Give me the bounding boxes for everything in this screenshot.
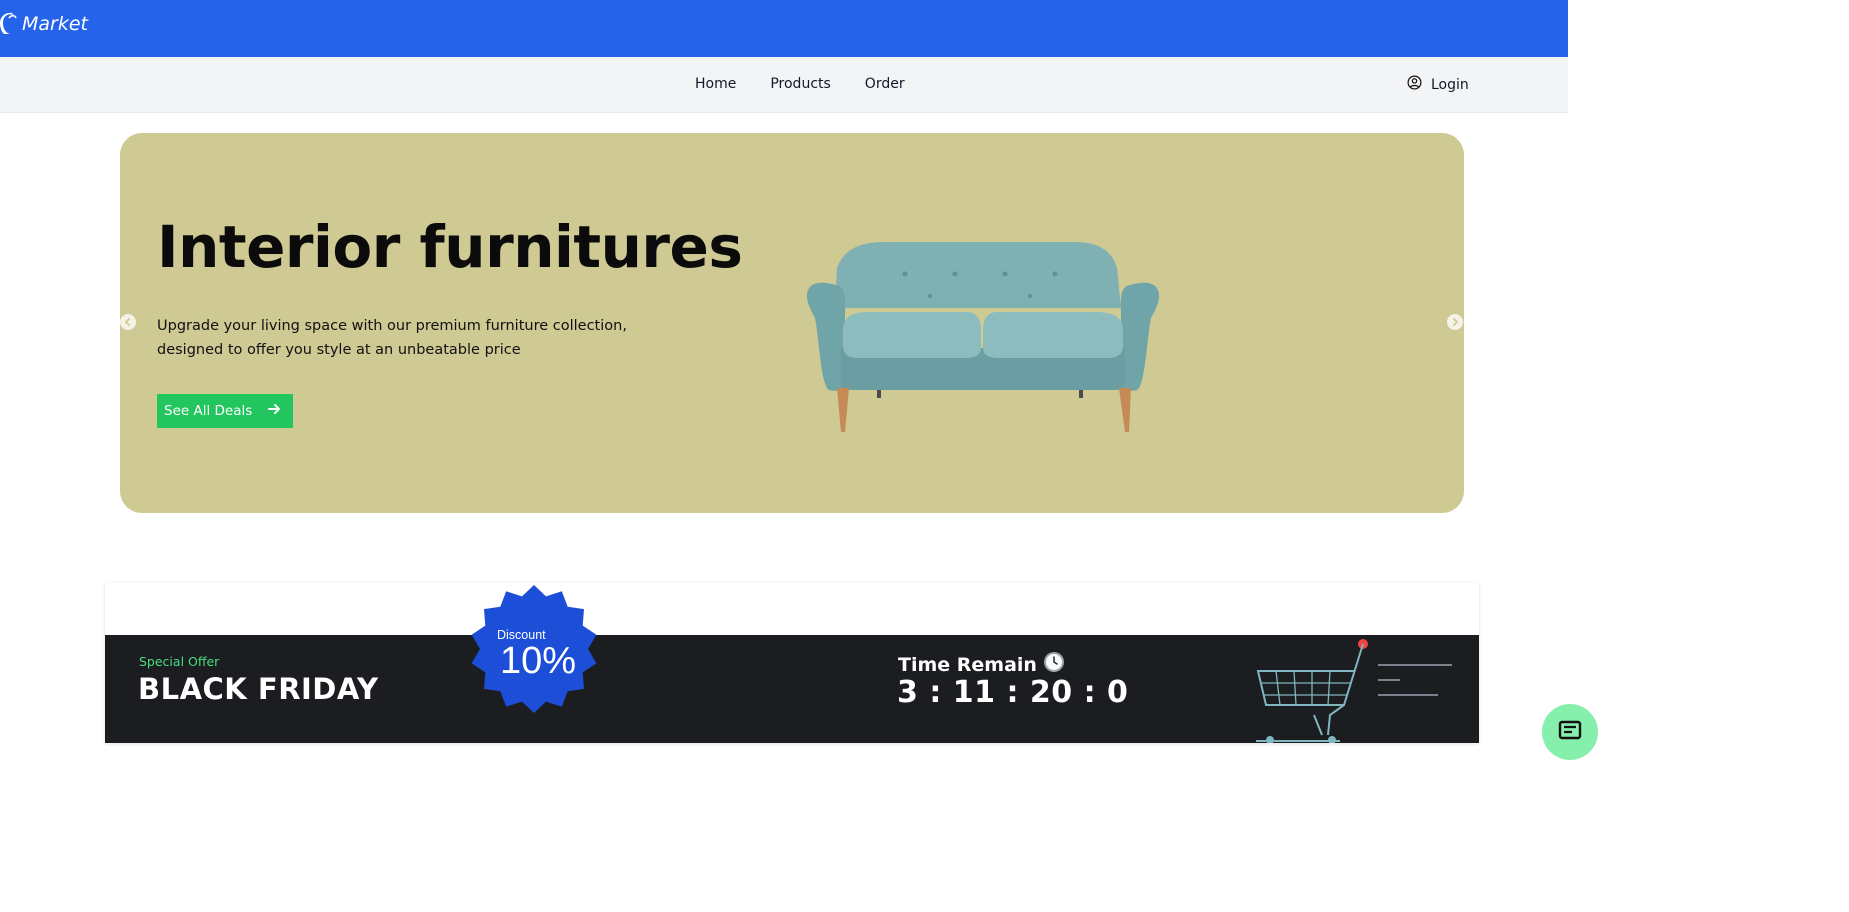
chat-icon [1558,720,1582,740]
hero-description: Upgrade your living space with our premi… [157,318,627,358]
user-circle-icon [1407,75,1422,94]
nav-order[interactable]: Order [865,76,905,92]
hero-title: Interior furnitures [157,213,743,281]
shopping-bag-icon [0,12,18,36]
hero-banner: Interior furnitures Upgrade your living … [120,133,1464,513]
offer-title: BLACK FRIDAY [138,672,379,706]
nav-links: Home Products Order [695,76,905,92]
brand-logo[interactable]: Market [0,12,88,36]
chat-button[interactable] [1542,704,1598,760]
discount-value: 10% [500,640,577,682]
sofa-image [807,242,1159,432]
chevron-left-icon [124,317,131,327]
login-label: Login [1431,76,1469,93]
clock-icon [1043,651,1065,678]
see-all-deals-button[interactable]: See All Deals [157,394,293,428]
offer-eyebrow: Special Offer [139,654,220,669]
navigation-bar: Home Products Order Login [0,57,1568,113]
black-friday-banner: Special Offer BLACK FRIDAY Time Remain 3… [105,635,1479,743]
shopping-cart-icon [1256,639,1452,743]
time-remain-label: Time Remain [898,651,1065,678]
nav-home[interactable]: Home [695,76,736,92]
carousel-next-button[interactable] [1447,314,1463,330]
carousel-prev-button[interactable] [120,314,136,330]
brand-name: Market [22,13,88,35]
nav-products[interactable]: Products [770,76,830,92]
top-header: Market [0,0,1568,57]
login-button[interactable]: Login [1407,75,1469,94]
offer-section: Special Offer BLACK FRIDAY Time Remain 3… [105,583,1479,743]
chevron-right-icon [1452,317,1459,327]
time-remain-text: Time Remain [898,653,1037,676]
see-all-deals-label: See All Deals [164,403,253,419]
arrow-right-icon [268,403,282,419]
countdown-value: 3 : 11 : 20 : 0 [897,675,1129,710]
